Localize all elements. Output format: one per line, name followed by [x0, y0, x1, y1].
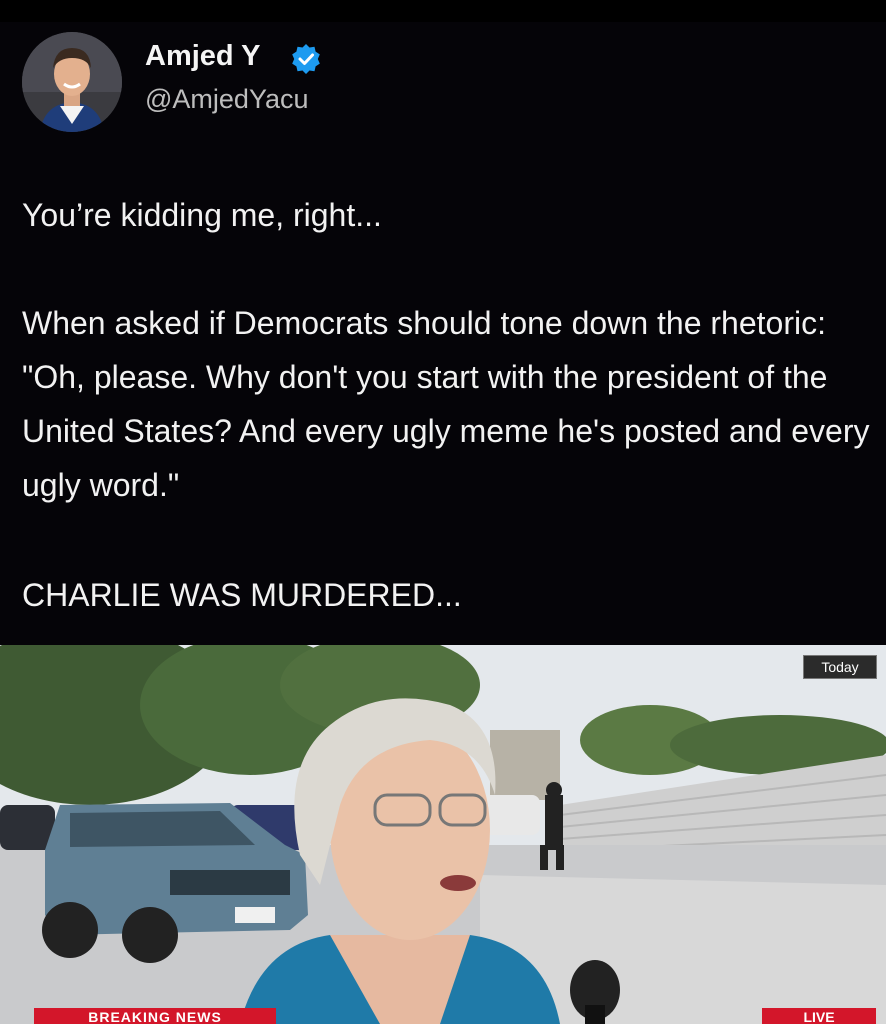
status-strip — [0, 0, 886, 22]
verified-badge-icon — [292, 44, 320, 74]
author-handle[interactable]: @AmjedYacu — [145, 84, 308, 115]
news-footage-image — [0, 645, 886, 1024]
tweet-text-quote: When asked if Democrats should tone down… — [22, 305, 870, 503]
video-frame[interactable] — [0, 645, 886, 1024]
tweet-text-closing: CHARLIE WAS MURDERED... — [22, 577, 462, 613]
today-badge: Today — [803, 655, 877, 679]
live-badge: LIVE — [762, 1008, 876, 1024]
breaking-news-banner: BREAKING NEWS — [34, 1008, 276, 1024]
author-name[interactable]: Amjed Y — [145, 40, 261, 73]
avatar[interactable] — [22, 32, 122, 132]
tweet-card: Amjed Y @AmjedYacu You’re kidding me, ri… — [0, 0, 886, 645]
avatar-image — [22, 32, 122, 132]
tweet-text-line-1: You’re kidding me, right... — [22, 197, 382, 233]
